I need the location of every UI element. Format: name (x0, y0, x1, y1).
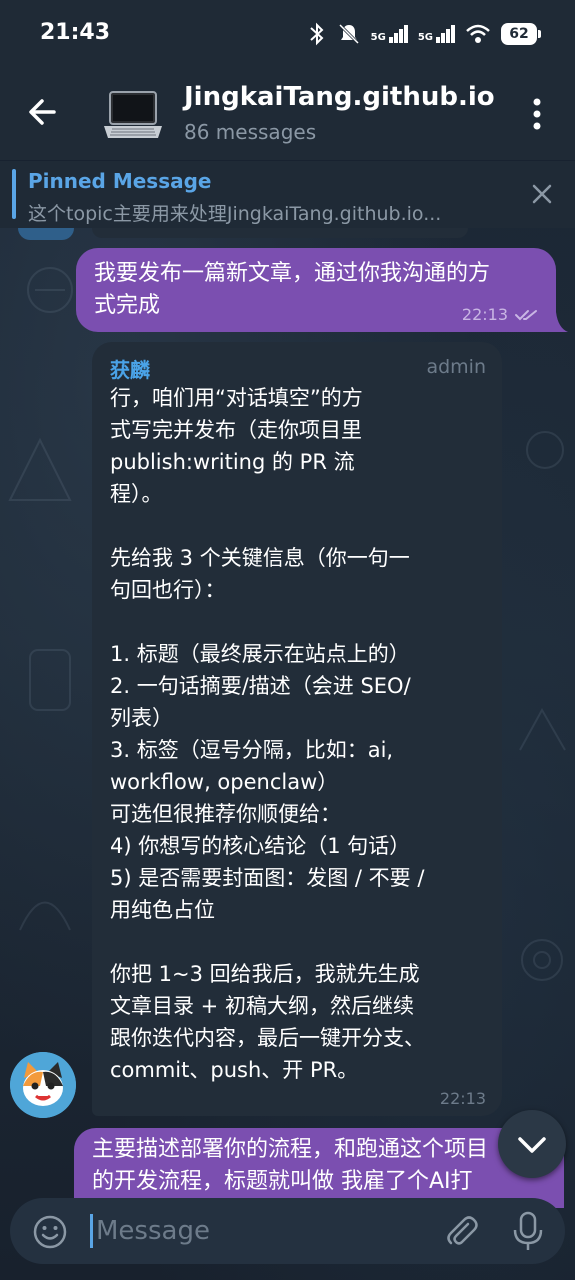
message-text: 主要描述部署你的流程，和跑通这个项目 的开发流程，标题就叫做 我雇了个AI打 (92, 1137, 489, 1194)
signal-label: 5G (370, 32, 386, 43)
bluetooth-icon (309, 22, 324, 46)
chat-title[interactable]: JingkaiTang.github.io (184, 82, 495, 112)
cat-avatar-icon (10, 1052, 76, 1118)
microphone-icon[interactable] (510, 1210, 546, 1252)
pinned-text: 这个topic主要用来处理JingkaiTang.github.io... (28, 203, 442, 225)
chat-header: JingkaiTang.github.io 86 messages (0, 70, 575, 160)
chevron-down-icon (518, 1137, 546, 1153)
pinned-message[interactable]: Pinned Message 这个topic主要用来处理JingkaiTang.… (0, 160, 575, 228)
message-text: 行，咱们用“对话填空”的方 式写完并发布（走你项目里 publish:writi… (110, 386, 425, 1082)
admin-badge: admin (426, 356, 486, 378)
bubble-tail (548, 312, 568, 332)
user-avatar[interactable] (10, 1052, 76, 1118)
sender-name[interactable]: 获麟 (110, 354, 150, 383)
text-cursor (90, 1214, 93, 1248)
doodle-icon (8, 437, 72, 501)
doodle-icon (27, 267, 73, 313)
status-time: 21:43 (40, 20, 111, 45)
emoji-icon[interactable] (32, 1214, 68, 1250)
battery-indicator: 62 (501, 23, 541, 45)
status-bar: 21:43 5G 5G 62 (0, 0, 575, 70)
message-input[interactable] (96, 1210, 426, 1252)
close-icon[interactable] (529, 181, 555, 207)
doodle-icon (29, 649, 71, 711)
signal-icon: 5G (371, 25, 408, 43)
doodle-icon (526, 431, 564, 469)
signal-icon: 5G (418, 25, 455, 43)
message-count: 86 messages (184, 120, 317, 144)
more-menu-icon[interactable] (521, 92, 553, 136)
message-text: 我要发布一篇新文章，通过你我沟通的方 式完成 (94, 261, 491, 318)
doodle-icon (521, 939, 563, 981)
double-check-icon (515, 309, 537, 320)
outgoing-message[interactable]: 主要描述部署你的流程，和跑通这个项目 的开发流程，标题就叫做 我雇了个AI打 (74, 1128, 564, 1208)
doodle-icon (519, 707, 566, 751)
back-arrow-icon[interactable] (22, 90, 66, 134)
pinned-indicator (12, 169, 16, 219)
previous-avatar (18, 228, 74, 240)
laptop-avatar-icon[interactable] (100, 82, 166, 148)
incoming-message[interactable]: 获麟 admin 行，咱们用“对话填空”的方 式写完并发布（走你项目里 publ… (92, 342, 502, 1116)
outgoing-message[interactable]: 我要发布一篇新文章，通过你我沟通的方 式完成 22:13 (76, 248, 556, 332)
status-icons: 5G 5G 62 (307, 22, 541, 46)
scroll-down-button[interactable] (498, 1110, 566, 1178)
pinned-title: Pinned Message (28, 169, 212, 193)
message-time: 22:13 (461, 305, 508, 324)
message-time: 22:13 (439, 1089, 486, 1108)
wifi-icon (466, 24, 490, 43)
message-meta: 22:13 (462, 305, 540, 324)
previous-message (92, 228, 468, 238)
doodle-icon (19, 901, 71, 931)
mute-icon (338, 23, 359, 45)
signal-label: 5G (417, 32, 433, 43)
paperclip-icon[interactable] (442, 1212, 480, 1250)
message-composer (10, 1198, 565, 1264)
